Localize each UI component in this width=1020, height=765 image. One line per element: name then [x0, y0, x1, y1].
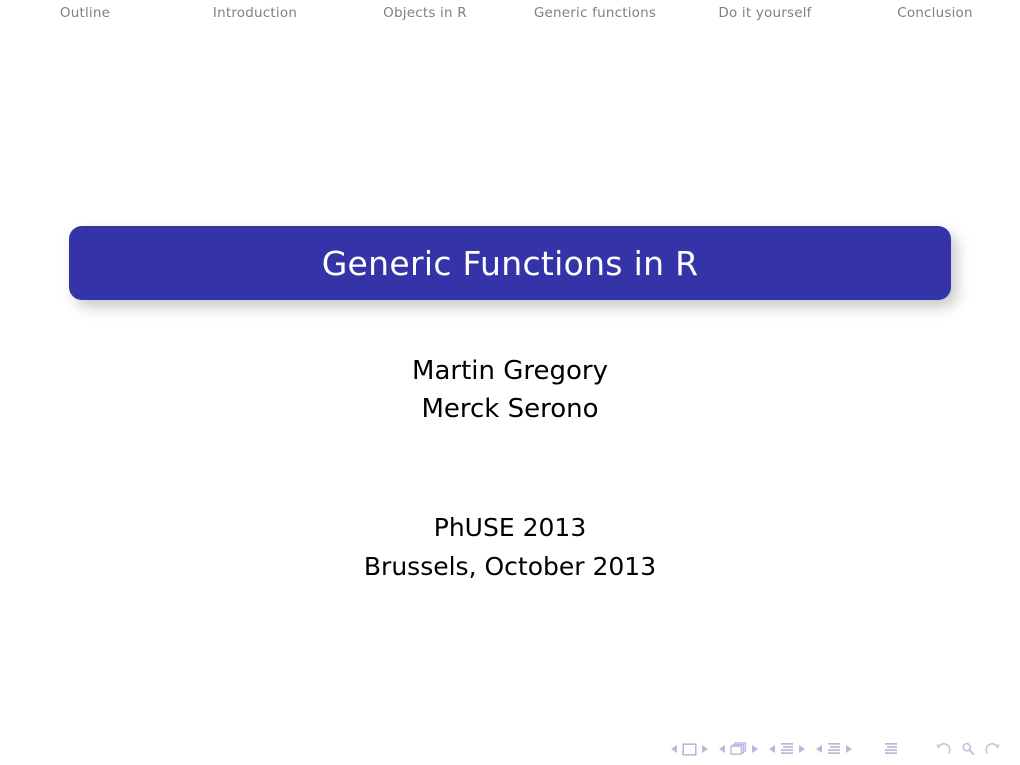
nav-item-outline[interactable]: Outline [60, 0, 110, 26]
document-navigation-group [879, 742, 903, 756]
next-section-icon[interactable] [846, 745, 852, 753]
section-icon[interactable] [827, 742, 841, 756]
nav-item-objects-in-r[interactable]: Objects in R [383, 0, 467, 26]
document-icon[interactable] [884, 742, 898, 756]
previous-slide-icon[interactable] [671, 745, 677, 753]
subsection-navigation-group [769, 742, 805, 756]
nav-slot-outline: Outline [0, 0, 170, 26]
history-navigation-group [930, 742, 1006, 756]
event-location-date: Brussels, October 2013 [363, 552, 657, 581]
subsection-icon[interactable] [780, 742, 794, 756]
frame-icon[interactable] [730, 742, 747, 756]
search-icon[interactable] [961, 742, 975, 756]
nav-slot-generic-functions: Generic functions [510, 0, 680, 26]
next-frame-icon[interactable] [752, 745, 758, 753]
beamer-navigation-symbols [671, 737, 1006, 761]
nav-item-introduction[interactable]: Introduction [213, 0, 297, 26]
headline-navigation-bar: Outline Introduction Objects in R Generi… [0, 0, 1020, 26]
forward-arrow-icon[interactable] [985, 742, 1001, 756]
nav-item-generic-functions[interactable]: Generic functions [534, 0, 656, 26]
author-name: Martin Gregory [412, 356, 608, 386]
previous-section-icon[interactable] [816, 745, 822, 753]
author-institute: Merck Serono [421, 394, 599, 424]
next-subsection-icon[interactable] [799, 745, 805, 753]
nav-item-conclusion[interactable]: Conclusion [897, 0, 973, 26]
slide-icon[interactable] [682, 742, 697, 756]
nav-item-do-it-yourself[interactable]: Do it yourself [718, 0, 811, 26]
page-title: Generic Functions in R [321, 243, 699, 283]
author-block: Martin Gregory Merck Serono [0, 352, 1020, 428]
event-conference: PhUSE 2013 [433, 513, 587, 542]
slide-navigation-group [671, 742, 708, 756]
next-slide-icon[interactable] [702, 745, 708, 753]
frame-navigation-group [719, 742, 758, 756]
back-arrow-icon[interactable] [935, 742, 951, 756]
nav-slot-introduction: Introduction [170, 0, 340, 26]
nav-slot-objects-in-r: Objects in R [340, 0, 510, 26]
title-block: Generic Functions in R [69, 226, 957, 307]
previous-subsection-icon[interactable] [769, 745, 775, 753]
nav-slot-do-it-yourself: Do it yourself [680, 0, 850, 26]
event-block: PhUSE 2013 Brussels, October 2013 [0, 508, 1020, 586]
section-navigation-group [816, 742, 852, 756]
nav-slot-conclusion: Conclusion [850, 0, 1020, 26]
previous-frame-icon[interactable] [719, 745, 725, 753]
title-box: Generic Functions in R [69, 226, 951, 300]
